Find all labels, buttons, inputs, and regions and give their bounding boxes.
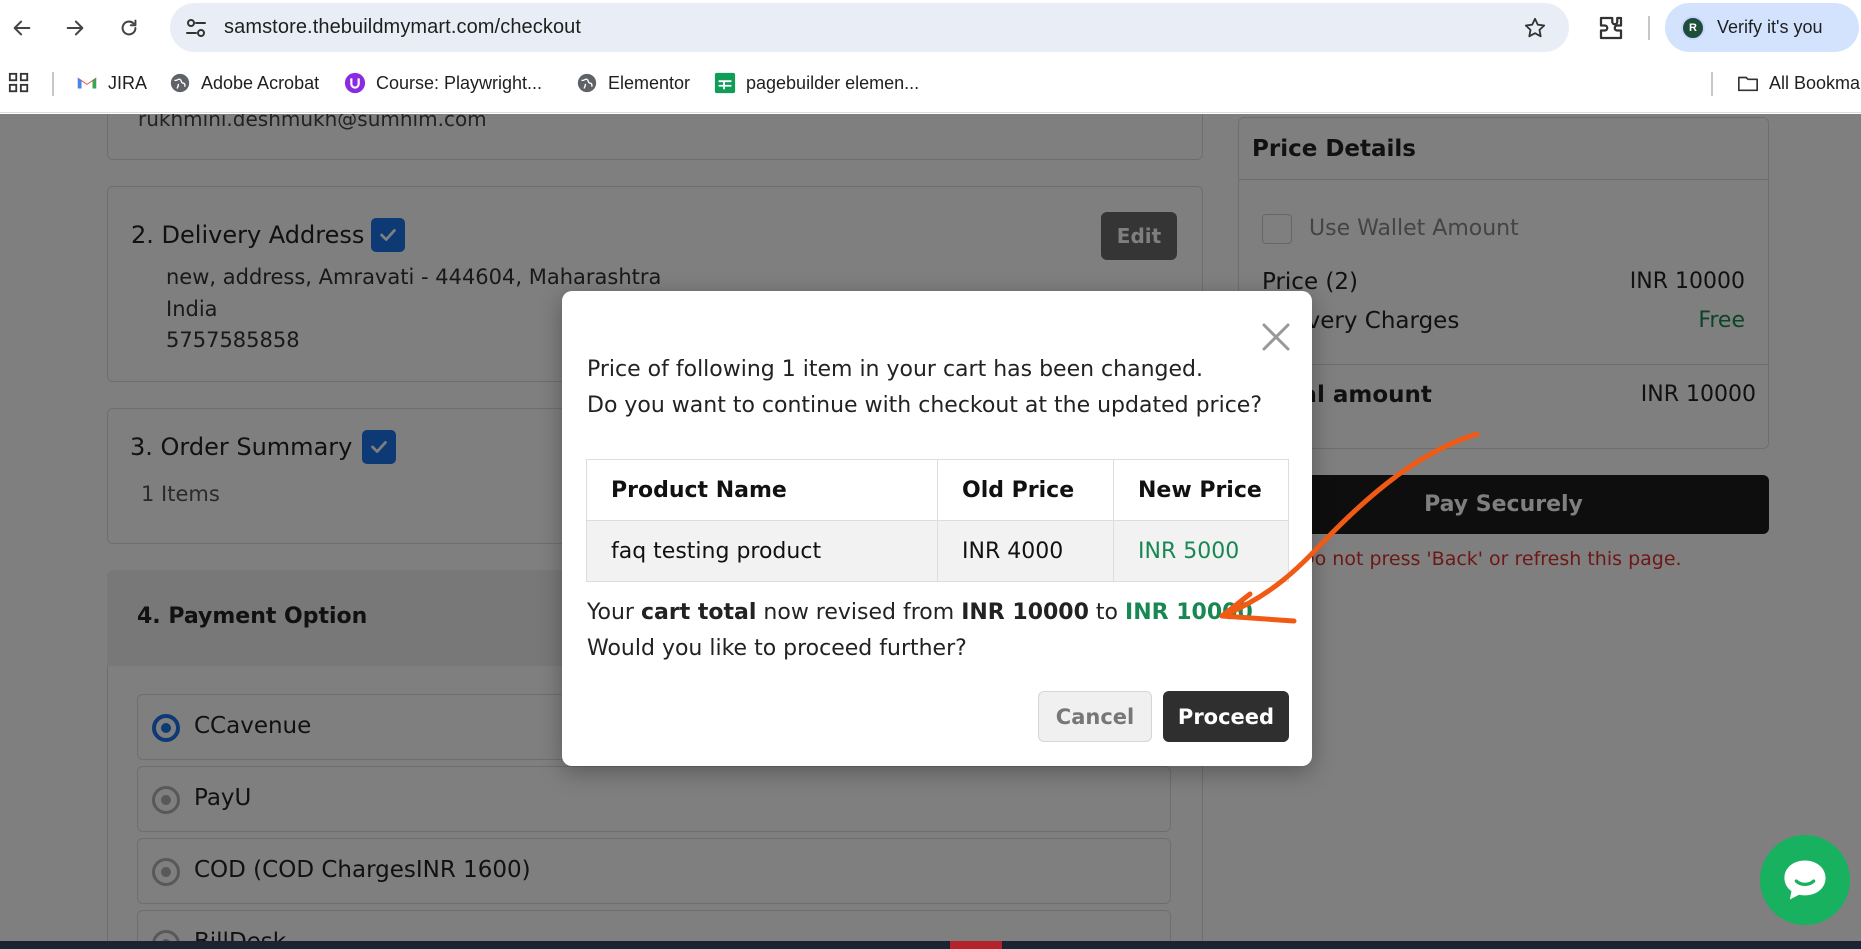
back-button[interactable] [6,12,38,44]
url-text: samstore.thebuildmymart.com/checkout [224,16,582,38]
bookmark-pagebuilder[interactable]: pagebuilder elemen... [714,70,919,96]
cancel-button[interactable]: Cancel [1038,691,1152,742]
apps-grid-icon[interactable] [8,72,30,94]
bookmark-separator [1711,72,1713,96]
column-product-name: Product Name [586,459,938,521]
extension-icon[interactable] [1596,13,1626,43]
folder-icon [1737,72,1759,94]
chat-icon [1784,860,1826,900]
profile-label: Verify it's you [1717,17,1823,37]
bookmarks-bar: JIRA Adobe Acrobat Course: Playwright...… [0,56,1861,113]
cell-product-name: faq testing product [586,520,938,582]
reload-icon [121,19,137,36]
address-bar[interactable]: samstore.thebuildmymart.com/checkout [170,3,1569,52]
globe-icon [576,72,598,94]
reload-button[interactable] [113,12,145,44]
chat-button[interactable] [1760,835,1850,925]
column-new-price: New Price [1113,459,1289,521]
cell-old-price: INR 4000 [937,520,1114,582]
star-icon[interactable] [1523,16,1547,40]
avatar: R [1681,16,1705,40]
bookmark-adobe-acrobat[interactable]: Adobe Acrobat [169,70,319,96]
close-button[interactable] [1256,317,1296,357]
bookmark-separator [52,72,54,96]
sheets-icon [714,72,736,94]
globe-icon [169,72,191,94]
close-icon [1262,323,1290,351]
modal-message-line-1: Price of following 1 item in your cart h… [587,357,1203,382]
forward-arrow-icon [66,20,84,36]
old-total: INR 10000 [961,600,1089,625]
profile-button[interactable]: R Verify it's you [1665,3,1859,52]
bookmark-jira[interactable]: JIRA [76,70,147,96]
toolbar-divider [1648,16,1650,40]
table-header-row: Product Name Old Price New Price [586,459,1289,521]
browser-toolbar: samstore.thebuildmymart.com/checkout R V… [0,0,1861,56]
course-icon [344,72,366,94]
bookmark-elementor[interactable]: Elementor [576,70,690,96]
price-change-modal: Price of following 1 item in your cart h… [562,291,1312,766]
gmail-icon [76,72,98,94]
price-change-table: Product Name Old Price New Price faq tes… [586,459,1289,582]
bookmark-course-playwright[interactable]: Course: Playwright... [344,70,542,96]
new-total: INR 10000 [1125,600,1253,625]
table-row: faq testing product INR 4000 INR 5000 [586,520,1289,582]
site-settings-icon[interactable] [184,16,208,40]
revised-total-message: Your cart total now revised from INR 100… [587,600,1253,625]
back-arrow-icon [13,20,31,36]
bookmark-all-bookmarks[interactable]: All Bookmarks [1737,70,1861,96]
taskbar-item [950,941,1002,949]
proceed-question: Would you like to proceed further? [587,636,967,661]
forward-button[interactable] [59,12,91,44]
proceed-button[interactable]: Proceed [1163,691,1289,742]
column-old-price: Old Price [937,459,1114,521]
modal-message-line-2: Do you want to continue with checkout at… [587,393,1262,418]
cell-new-price: INR 5000 [1113,520,1289,582]
taskbar-strip [0,941,1861,949]
